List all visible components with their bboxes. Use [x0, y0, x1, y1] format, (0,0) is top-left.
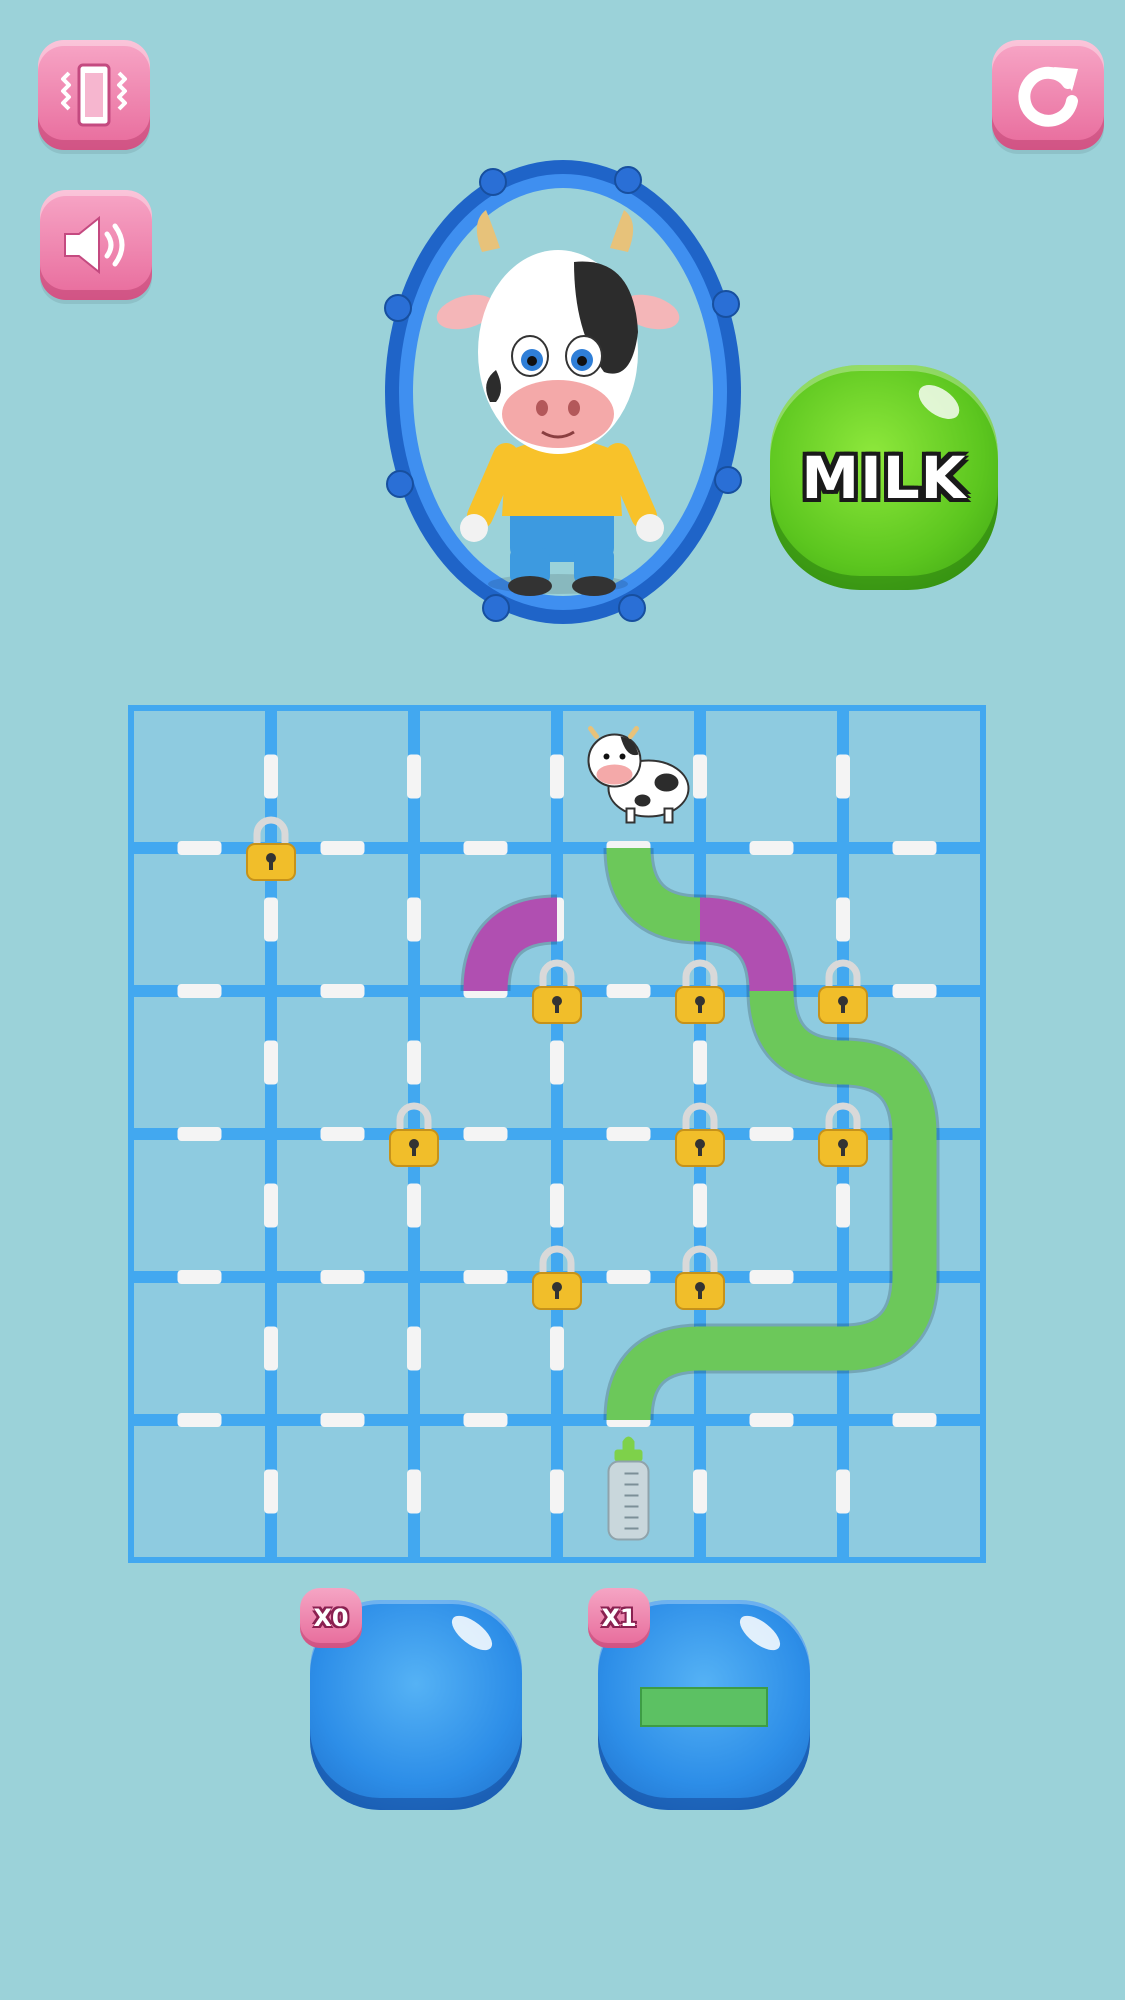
board-cell[interactable] [277, 1426, 408, 1557]
connector-mark [463, 1127, 508, 1141]
tool-button-curve[interactable]: X0 [300, 1588, 522, 1810]
connector-mark [693, 754, 707, 799]
board-cell[interactable] [277, 997, 408, 1128]
connector-mark [606, 1270, 651, 1284]
board-cell[interactable] [706, 1140, 837, 1271]
board-cell[interactable] [706, 711, 837, 842]
board-cell[interactable] [420, 1283, 551, 1414]
connector-mark [264, 1469, 278, 1514]
restart-icon [1018, 66, 1078, 127]
straight-pipe-icon [640, 1687, 768, 1727]
board-cell[interactable] [706, 1426, 837, 1557]
connector-mark [264, 1326, 278, 1371]
board-cell[interactable] [277, 711, 408, 842]
board-cell[interactable] [134, 854, 265, 985]
connector-mark [264, 1040, 278, 1085]
connector-mark [749, 1127, 794, 1141]
milk-button[interactable]: MILK [770, 365, 998, 590]
board-cell[interactable] [849, 854, 980, 985]
connector-mark [177, 1127, 222, 1141]
connector-mark [320, 841, 365, 855]
restart-button[interactable] [992, 40, 1104, 150]
connector-mark [407, 1183, 421, 1228]
connector-mark [550, 1040, 564, 1085]
connector-mark [550, 1469, 564, 1514]
connector-mark [407, 1040, 421, 1085]
board-cell[interactable] [420, 711, 551, 842]
connector-mark [836, 754, 850, 799]
board-cell[interactable] [420, 1426, 551, 1557]
connector-mark [550, 1326, 564, 1371]
board-cell[interactable] [849, 1426, 980, 1557]
tool-count-badge: X1 [588, 1588, 650, 1648]
connector-mark [463, 841, 508, 855]
board-cell[interactable] [134, 1140, 265, 1271]
board-cell[interactable] [849, 711, 980, 842]
connector-mark [749, 1270, 794, 1284]
speaker-icon [64, 215, 125, 275]
board-cell[interactable] [277, 1140, 408, 1271]
connector-mark [177, 841, 222, 855]
board-cell[interactable] [134, 997, 265, 1128]
connector-mark [836, 897, 850, 942]
connector-mark [320, 1413, 365, 1427]
vibrate-icon [61, 63, 127, 127]
vibrate-button[interactable] [38, 40, 150, 150]
tool-count-badge: X0 [300, 1588, 362, 1648]
connector-mark [463, 1270, 508, 1284]
board-cell[interactable] [563, 1140, 694, 1271]
connector-mark [320, 1270, 365, 1284]
pipe-board[interactable] [128, 705, 986, 1563]
connector-mark [407, 1326, 421, 1371]
milk-button-label: MILK [801, 443, 967, 512]
connector-mark [407, 1469, 421, 1514]
connector-mark [892, 841, 937, 855]
connector-mark [693, 1469, 707, 1514]
connector-mark [550, 754, 564, 799]
board-cell[interactable] [134, 1283, 265, 1414]
connector-mark [836, 1183, 850, 1228]
tool-button-straight[interactable]: X1 [588, 1588, 810, 1810]
connector-mark [264, 1183, 278, 1228]
connector-mark [749, 841, 794, 855]
board-cell[interactable] [420, 997, 551, 1128]
board-cell[interactable] [277, 854, 408, 985]
connector-mark [749, 1413, 794, 1427]
connector-mark [693, 1040, 707, 1085]
connector-mark [177, 1413, 222, 1427]
board-cell[interactable] [420, 1140, 551, 1271]
connector-mark [177, 1270, 222, 1284]
connector-mark [264, 754, 278, 799]
connector-mark [892, 1413, 937, 1427]
board-cell[interactable] [563, 997, 694, 1128]
connector-mark [463, 1413, 508, 1427]
board-cell[interactable] [134, 1426, 265, 1557]
connector-mark [836, 1469, 850, 1514]
connector-mark [407, 897, 421, 942]
connector-mark [693, 1183, 707, 1228]
connector-mark [320, 984, 365, 998]
character-portrait [378, 152, 748, 632]
connector-mark [606, 1127, 651, 1141]
connector-mark [264, 897, 278, 942]
board-cell[interactable] [134, 711, 265, 842]
connector-mark [892, 984, 937, 998]
sound-button[interactable] [40, 190, 152, 300]
connector-mark [320, 1127, 365, 1141]
connector-mark [177, 984, 222, 998]
board-cell[interactable] [277, 1283, 408, 1414]
connector-mark [606, 984, 651, 998]
connector-mark [407, 754, 421, 799]
connector-mark [550, 1183, 564, 1228]
